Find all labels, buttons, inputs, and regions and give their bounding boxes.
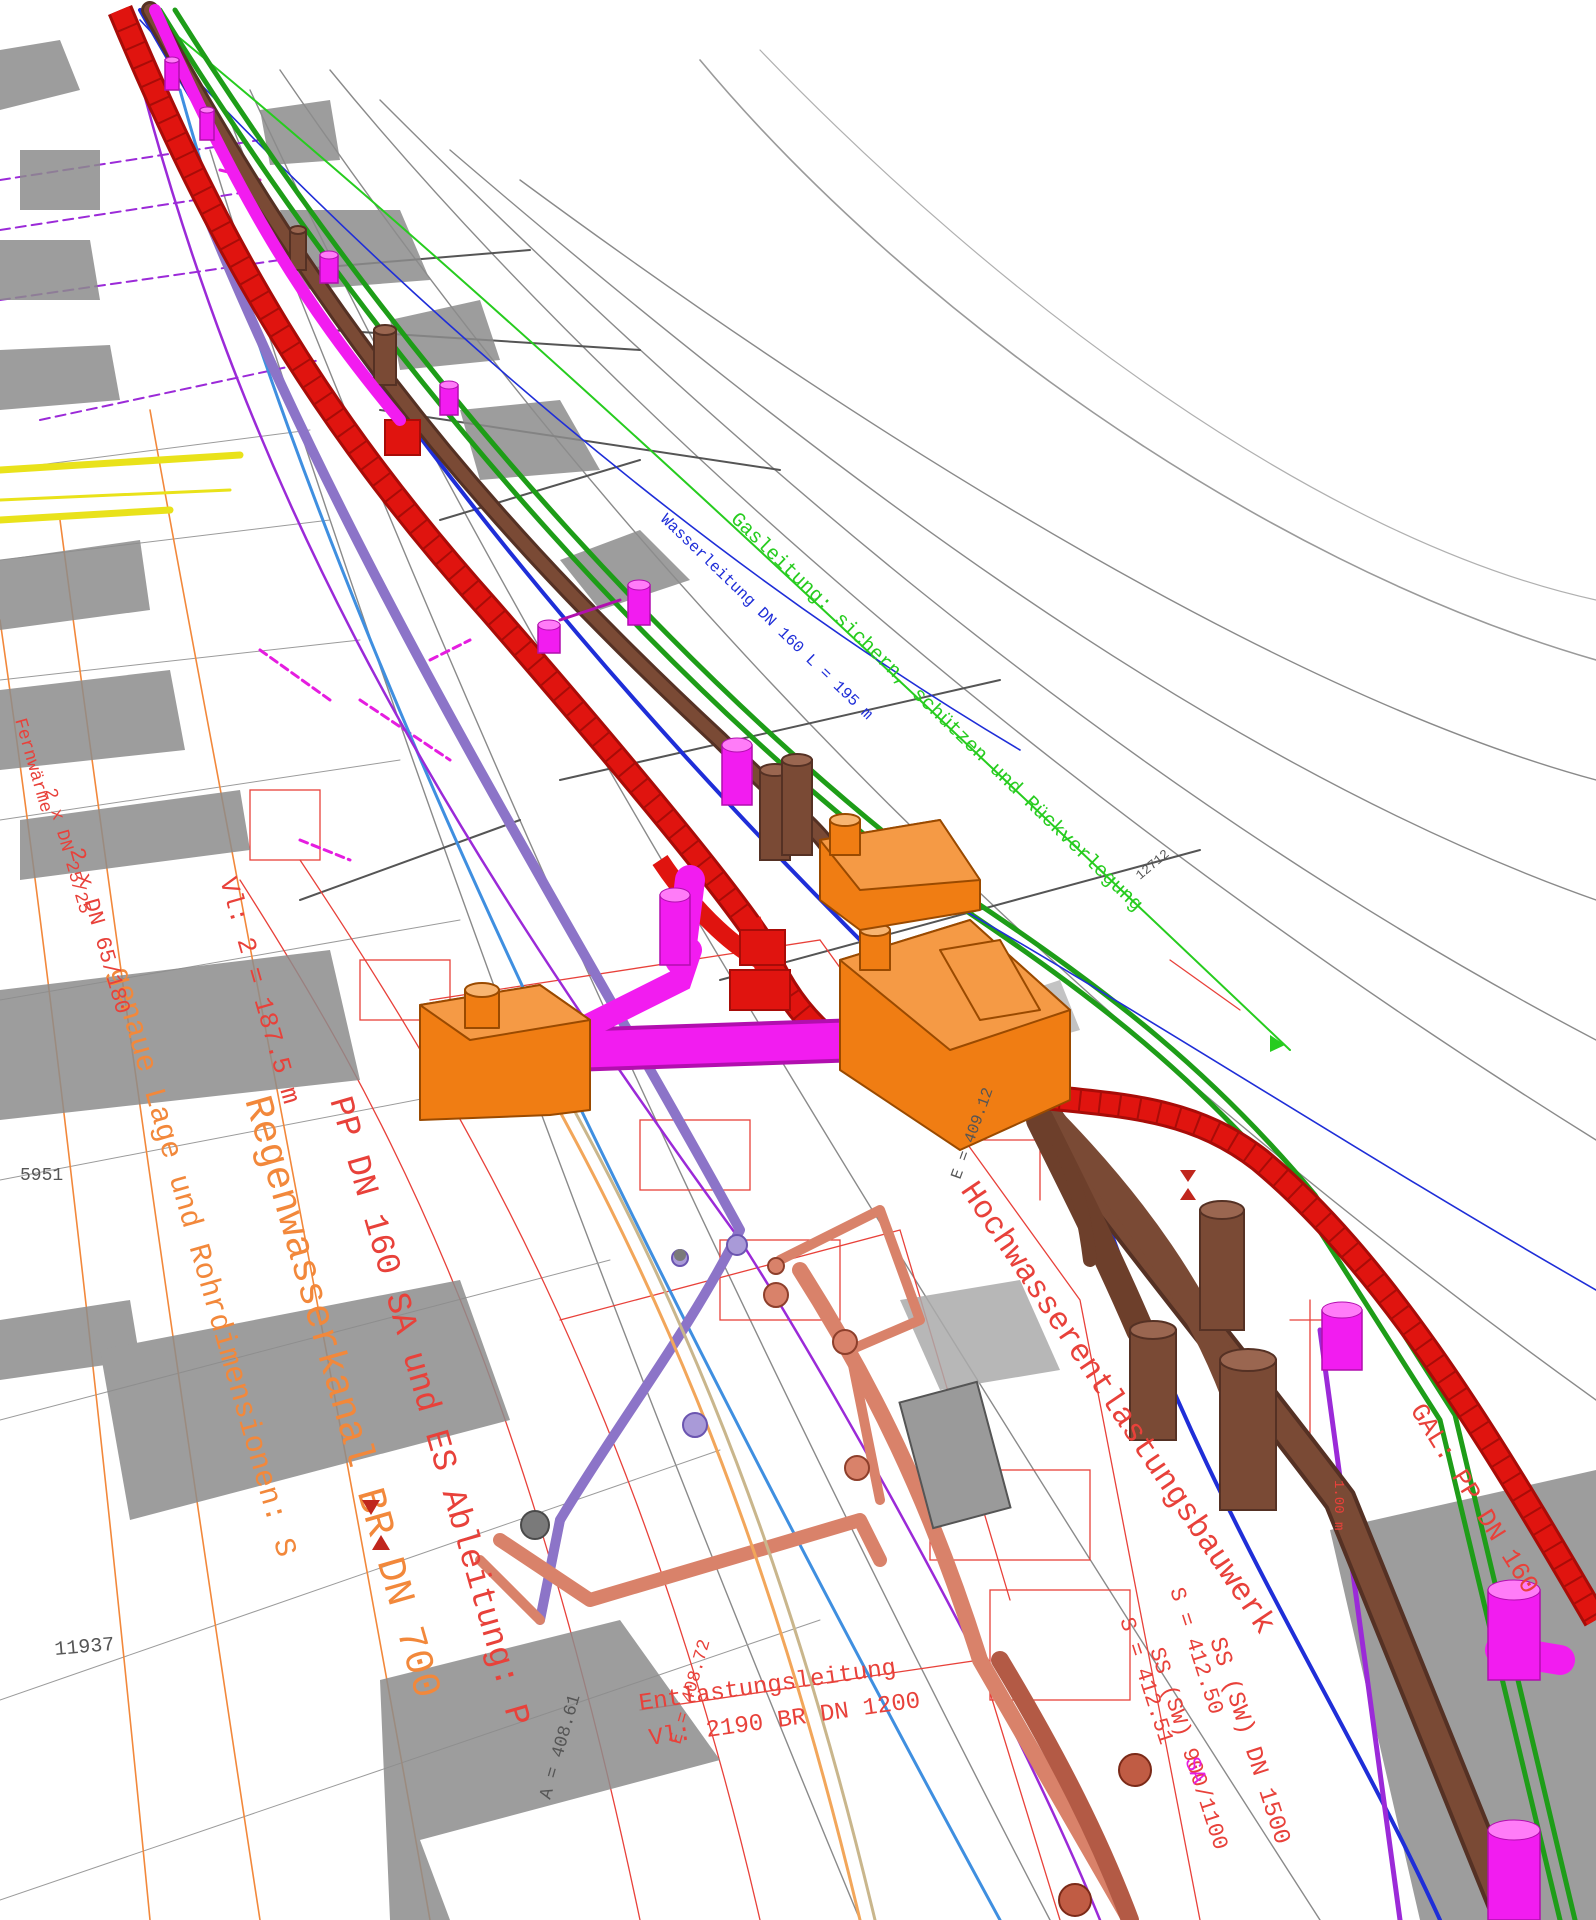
magenta-shaft-10 [1487, 1579, 1541, 1681]
manhole-violet-2 [682, 1412, 708, 1438]
magenta-shaft-6 [537, 619, 561, 654]
arrow-marker-3 [1180, 1170, 1196, 1182]
road-boundary-curve-2 [759, 49, 1596, 601]
building-13 [0, 950, 360, 1120]
building-4 [0, 345, 120, 410]
red-box-3 [729, 969, 791, 1011]
label-parcel-11937: 11937 [54, 1634, 116, 1662]
yellow-lines [0, 451, 244, 524]
brown-shaft-6 [373, 324, 397, 386]
manhole-salmon-3 [832, 1329, 858, 1355]
yellow-label-band [0, 488, 232, 502]
manhole-salmon-2 [767, 1257, 785, 1275]
magenta-shaft-9 [1321, 1301, 1363, 1371]
magenta-branch-horizontal-top [552, 1022, 878, 1068]
manhole-salmon-6 [1058, 1883, 1092, 1917]
building-10 [0, 540, 150, 630]
orange-chamber-upper [819, 813, 981, 931]
manhole-salmon-4 [844, 1455, 870, 1481]
orange-chamber-main [839, 919, 1071, 1151]
road-boundary-curve [699, 59, 1596, 661]
magenta-shaft-8 [659, 887, 691, 966]
building-8 [460, 400, 600, 480]
brown-shaft-1 [1199, 1200, 1245, 1331]
magenta-shaft-1 [164, 56, 180, 91]
brown-shaft-3 [1219, 1348, 1277, 1511]
orange-chamber-left [419, 982, 591, 1121]
label-parcel-5951: 5951 [20, 1166, 63, 1186]
building-3 [0, 240, 100, 300]
red-box-2 [739, 929, 786, 966]
arrow-marker-4 [1180, 1188, 1196, 1200]
brown-shaft-5 [781, 753, 813, 856]
magenta-shaft-2 [199, 106, 215, 141]
magenta-shaft-3 [319, 250, 339, 284]
magenta-shaft-7 [721, 737, 753, 806]
magenta-shaft-5 [627, 579, 651, 626]
manhole-grey-2 [674, 1249, 686, 1261]
label-parcel-12712: 12712 [1133, 846, 1173, 883]
magenta-shaft-11 [1487, 1819, 1541, 1920]
building-1 [0, 40, 80, 110]
label-dim-1: 1.00 m [1330, 1480, 1346, 1530]
utility-3d-model-view: 5951 11937 12712 Regenwasserkanal BR DN … [0, 1, 1596, 1920]
building-2 [20, 150, 100, 210]
manhole-salmon-1 [763, 1282, 789, 1308]
manhole-grey-1 [520, 1510, 550, 1540]
magenta-shaft-4 [439, 380, 459, 416]
manhole-salmon-5 [1118, 1753, 1152, 1787]
drawing-annotations: 5951 11937 12712 Regenwasserkanal BR DN … [9, 508, 1544, 1853]
manhole-violet-1 [726, 1234, 748, 1256]
